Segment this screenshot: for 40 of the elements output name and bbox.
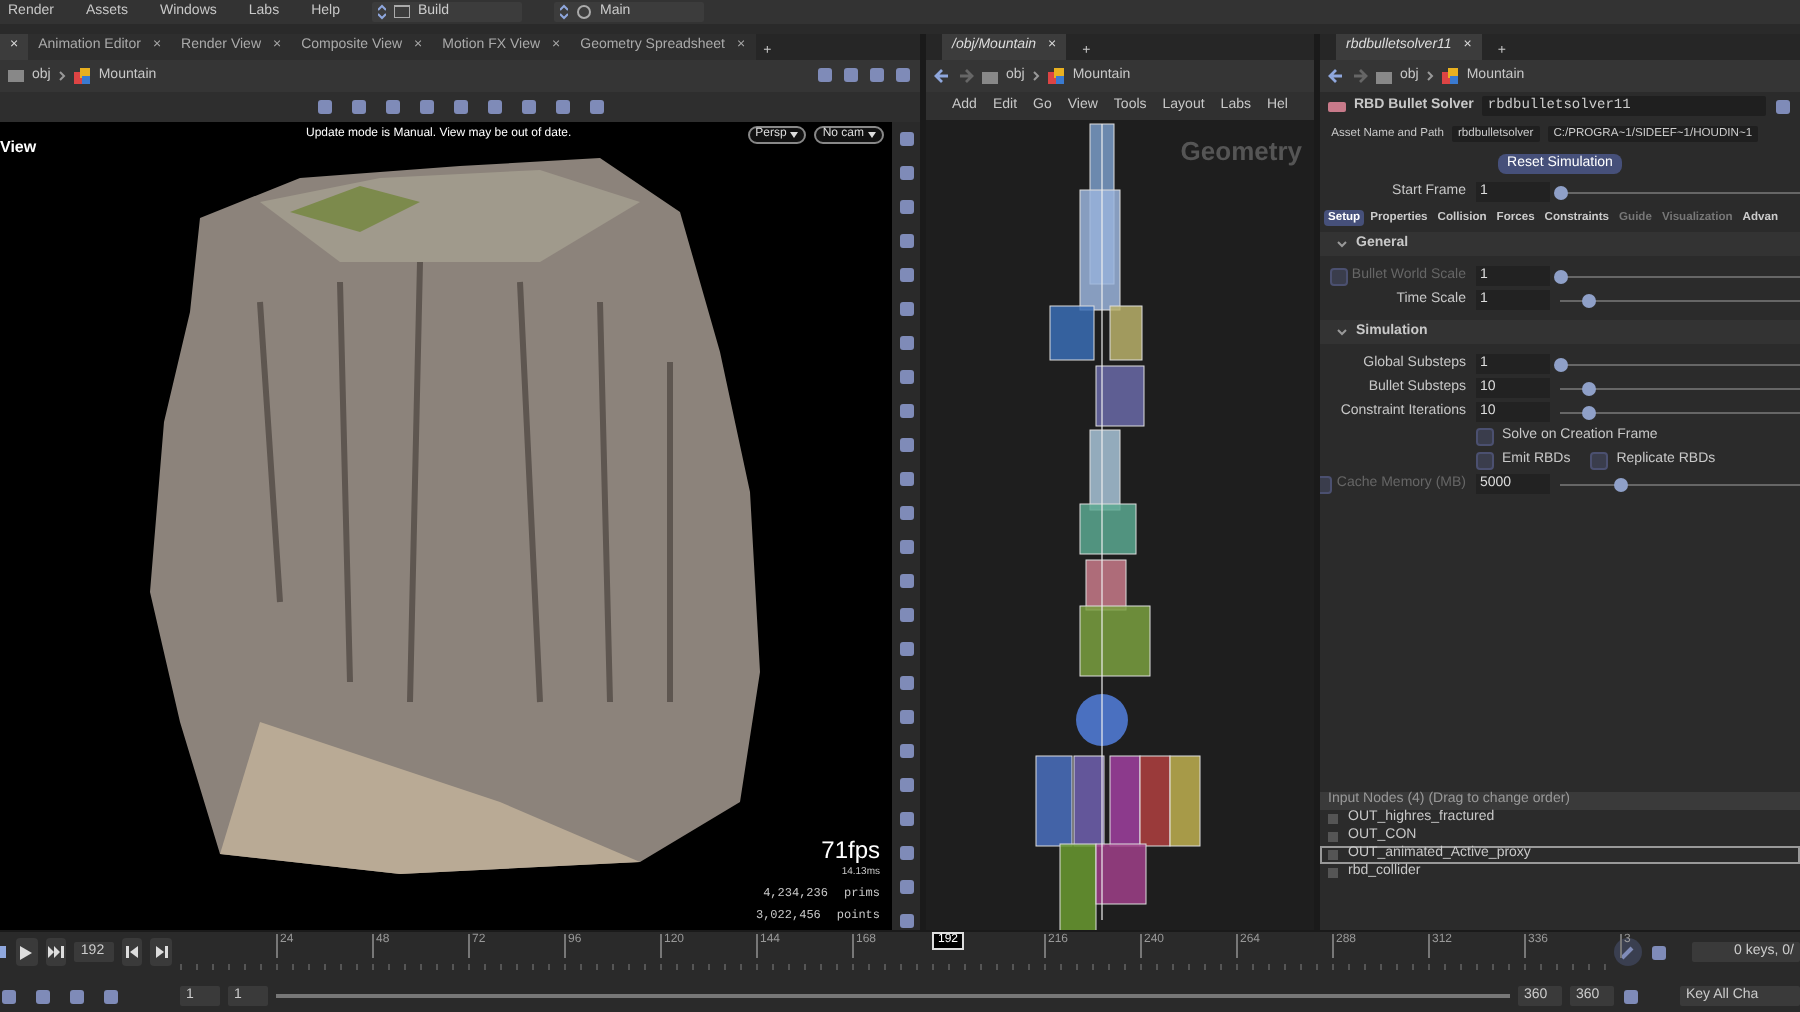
- step-back-icon: [125, 946, 138, 958]
- step-forward-icon: [155, 946, 168, 958]
- chevron-down-icon[interactable]: [1336, 327, 1348, 337]
- back-arrow-icon[interactable]: [1328, 68, 1344, 84]
- skip-end-button[interactable]: [45, 938, 67, 966]
- tool-icon[interactable]: [1649, 943, 1668, 961]
- solver-icon: [1328, 97, 1346, 115]
- step-forward-button[interactable]: [150, 938, 172, 966]
- folder-icon: [8, 68, 24, 83]
- step-back-button[interactable]: [121, 938, 143, 966]
- checkbox[interactable]: [1590, 451, 1609, 469]
- geometry-icon: [1442, 68, 1459, 84]
- chevron-icon: [1032, 70, 1041, 82]
- stop-icon[interactable]: [0, 942, 8, 962]
- slider-thumb[interactable]: [1582, 381, 1597, 395]
- tool-icon[interactable]: [1622, 987, 1640, 1005]
- crosshair-icon: [575, 3, 592, 20]
- updown-icon: [559, 3, 568, 20]
- play-button[interactable]: [16, 938, 38, 966]
- back-arrow-icon[interactable]: [934, 68, 950, 84]
- slider-thumb[interactable]: [1554, 357, 1568, 371]
- slider-thumb[interactable]: [1582, 293, 1597, 307]
- chevron-icon: [58, 69, 67, 82]
- chevron-down-icon[interactable]: [1336, 239, 1348, 249]
- checkbox[interactable]: [1476, 451, 1494, 469]
- folder-icon: [982, 69, 998, 83]
- viewport-label: View: [0, 138, 37, 158]
- updown-icon: [377, 3, 386, 20]
- folder-icon: [1376, 69, 1392, 83]
- skip-end-icon: [48, 946, 65, 958]
- play-icon: [20, 945, 33, 959]
- checkbox[interactable]: [1476, 427, 1494, 445]
- geometry-icon: [74, 67, 91, 84]
- fps-readout: 71fps: [821, 836, 880, 866]
- chevron-icon: [1426, 70, 1435, 82]
- geometry-icon: [1048, 68, 1065, 84]
- slider-thumb[interactable]: [1554, 185, 1568, 199]
- folder-icon: [393, 4, 410, 19]
- tool-icon[interactable]: [1774, 97, 1792, 115]
- slider-thumb[interactable]: [1582, 405, 1597, 419]
